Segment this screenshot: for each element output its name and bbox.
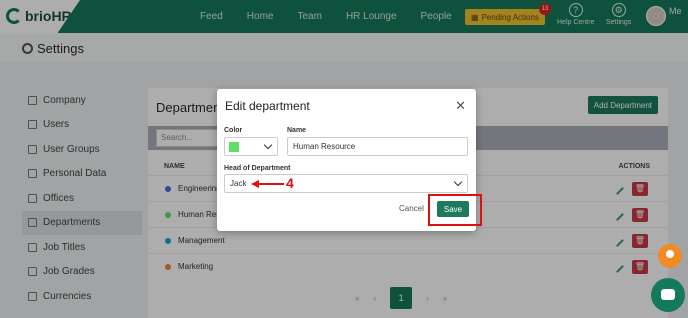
- color-swatch: [229, 142, 239, 152]
- annotation-step-number: 4: [286, 175, 294, 191]
- name-field[interactable]: Human Resource: [287, 137, 468, 156]
- color-select[interactable]: [224, 137, 278, 156]
- color-label: Color: [224, 127, 243, 134]
- chevron-down-icon: [263, 140, 273, 150]
- close-icon[interactable]: ✕: [455, 98, 466, 114]
- user-support-button[interactable]: [658, 244, 682, 268]
- name-label: Name: [287, 127, 307, 134]
- save-highlight-box: [428, 194, 482, 226]
- dialog-title: Edit department: [225, 99, 310, 113]
- chevron-down-icon: [453, 177, 463, 187]
- annotation-arrow: [258, 183, 284, 185]
- chat-button[interactable]: [651, 278, 685, 312]
- head-of-department-value: Jack: [230, 179, 247, 188]
- head-of-department-label: Head of Department: [224, 165, 291, 172]
- cancel-button[interactable]: Cancel: [399, 204, 424, 213]
